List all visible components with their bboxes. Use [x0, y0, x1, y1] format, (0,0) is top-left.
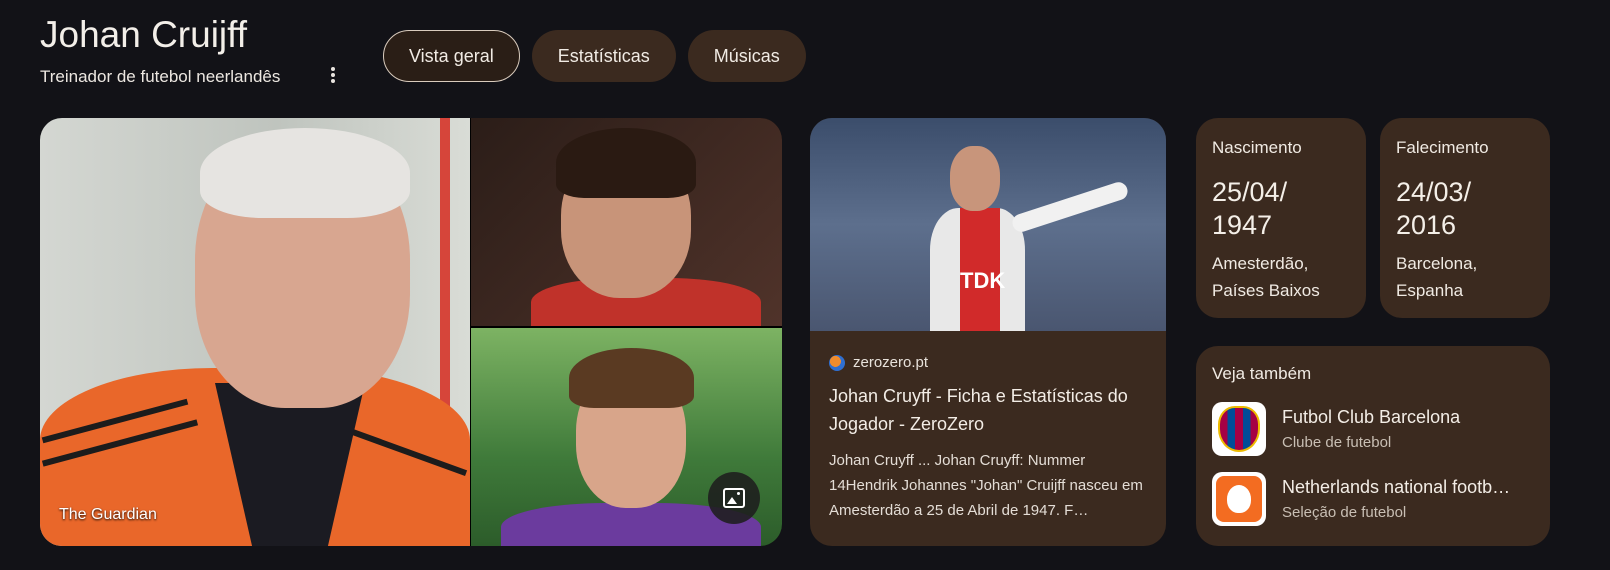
see-also-title: Futbol Club Barcelona: [1282, 407, 1461, 427]
death-place: Barcelona, Espanha: [1396, 254, 1478, 300]
portrait-image-jersey[interactable]: [471, 328, 782, 546]
tab-bar: Vista geral Estatísticas Músicas: [383, 30, 806, 82]
article-source: zerozero.pt: [829, 354, 928, 371]
image-collage: The Guardian: [40, 118, 782, 546]
article-title[interactable]: Johan Cruyff - Ficha e Estatísticas do J…: [829, 382, 1149, 438]
article-card[interactable]: TDK zerozero.pt Johan Cruyff - Ficha e E…: [810, 118, 1166, 546]
site-favicon-icon: [829, 354, 845, 371]
knvb-crest-icon: [1212, 472, 1266, 526]
portrait-image-young[interactable]: [471, 118, 782, 326]
article-snippet: Johan Cruyff ... Johan Cruyff: Nummer 14…: [829, 452, 1143, 519]
more-options-icon[interactable]: [324, 65, 342, 87]
see-also-subtitle: Seleção de futebol: [1282, 504, 1407, 521]
birth-label: Nascimento: [1212, 138, 1302, 157]
death-label: Falecimento: [1396, 138, 1489, 157]
main-portrait-image[interactable]: The Guardian: [40, 118, 470, 546]
tab-songs[interactable]: Músicas: [687, 30, 806, 82]
death-date: 24/03/ 2016: [1396, 177, 1472, 240]
more-images-button[interactable]: [708, 472, 760, 524]
birth-card[interactable]: Nascimento 25/04/ 1947 Amesterdão, Paíse…: [1196, 118, 1366, 318]
tab-statistics[interactable]: Estatísticas: [531, 30, 676, 82]
birth-place: Amesterdão, Países Baixos: [1212, 254, 1320, 300]
see-also-card: Veja também Futbol Club Barcelona Clube …: [1196, 346, 1550, 546]
image-icon: [723, 488, 745, 508]
tab-overview[interactable]: Vista geral: [383, 30, 520, 82]
jersey-sponsor-text: TDK: [960, 268, 1006, 293]
see-also-item[interactable]: Futbol Club Barcelona Clube de futebol: [1212, 402, 1460, 456]
see-also-title: Netherlands national footb…: [1282, 477, 1511, 497]
fcb-crest-icon: [1212, 402, 1266, 456]
see-also-subtitle: Clube de futebol: [1282, 434, 1392, 451]
see-also-heading: Veja também: [1212, 364, 1312, 383]
entity-title: Johan Cruijff: [40, 14, 248, 55]
article-photo: TDK: [810, 118, 1166, 331]
birth-date: 25/04/ 1947: [1212, 177, 1288, 240]
death-card[interactable]: Falecimento 24/03/ 2016 Barcelona, Espan…: [1380, 118, 1550, 318]
see-also-item[interactable]: Netherlands national footb… Seleção de f…: [1212, 472, 1510, 526]
source-name: zerozero.pt: [853, 354, 929, 371]
entity-description: Treinador de futebol neerlandês: [40, 67, 281, 86]
image-caption: The Guardian: [59, 506, 157, 523]
